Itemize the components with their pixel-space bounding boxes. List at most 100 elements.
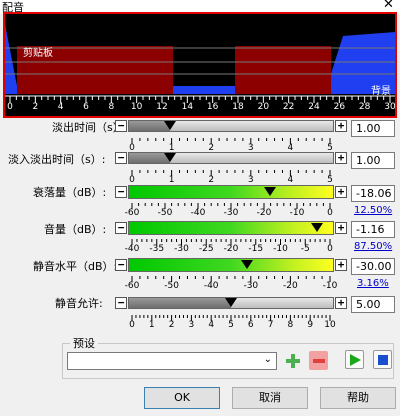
fade-out-scale: 012345	[128, 136, 334, 153]
volume-plus-button[interactable]: +	[335, 222, 347, 234]
scale-label: -10	[273, 244, 288, 254]
close-icon[interactable]: ✕	[383, 0, 394, 12]
silence-level-percent-link[interactable]: 3.16%	[357, 278, 389, 289]
scale-label: 6	[247, 320, 254, 330]
scale-label: -35	[149, 244, 165, 254]
add-preset-button[interactable]	[283, 351, 302, 370]
attenuation-label: 衰落量（dB）:	[33, 186, 107, 199]
scale-label: -10	[322, 281, 338, 291]
scale-label: -20	[283, 281, 298, 291]
silence-allow-minus-button[interactable]: −	[115, 297, 127, 309]
fade-in-out-value[interactable]: 1.00	[351, 152, 395, 169]
volume-scale: -40 -35 -30 -25 -20 -15 -10 -5 0	[125, 237, 334, 254]
silence-level-label: 静音水平（dB）:	[33, 260, 118, 273]
preset-dropdown[interactable]: ⌄	[67, 352, 277, 370]
scale-label: -15	[248, 244, 264, 254]
scale-label: -40	[190, 208, 206, 218]
fade-in-out-minus-button[interactable]: −	[115, 152, 127, 164]
attenuation-minus-button[interactable]: −	[115, 186, 127, 198]
scale-label: 1	[148, 320, 155, 330]
ruler-label: 18	[232, 102, 244, 112]
ruler-label: 14	[181, 102, 194, 112]
clip-block-2	[235, 46, 331, 94]
scale-label: -50	[157, 208, 173, 218]
scale-label: -60	[124, 208, 140, 218]
silence-allow-thumb[interactable]	[225, 298, 237, 307]
scale-label: -25	[198, 244, 214, 254]
scale-label: -20	[256, 208, 272, 218]
scale-label: 10	[324, 320, 336, 330]
silence-level-plus-button[interactable]: +	[335, 259, 347, 271]
scale-label: -30	[174, 244, 189, 254]
ruler-label: 30	[384, 102, 396, 112]
attenuation-value[interactable]: -18.06	[351, 185, 395, 202]
scale-label: -10	[289, 208, 305, 218]
silence-allow-plus-button[interactable]: +	[335, 297, 347, 309]
volume-percent-link[interactable]: 87.50%	[354, 241, 392, 252]
scale-label: 5	[228, 320, 234, 330]
fade-out-value[interactable]: 1.00	[351, 120, 395, 137]
attenuation-slider[interactable]	[128, 185, 334, 199]
help-button[interactable]: 帮助	[320, 387, 396, 409]
volume-value[interactable]: -1.16	[351, 221, 395, 238]
ruler-label: 0	[7, 102, 13, 112]
cancel-button[interactable]: 取消	[232, 387, 308, 409]
fade-out-slider[interactable]	[128, 120, 334, 132]
visualizer-graph	[5, 24, 395, 103]
fade-in-out-slider[interactable]	[128, 152, 334, 164]
silence-level-thumb[interactable]	[241, 260, 253, 269]
play-button[interactable]	[345, 350, 364, 369]
clipboard-label: 剪贴板	[23, 48, 53, 59]
scale-label: -50	[164, 281, 179, 291]
volume-thumb[interactable]	[311, 223, 323, 232]
scale-label: 0	[327, 244, 333, 254]
scale-label: -40	[124, 244, 140, 254]
scale-label: 4	[287, 175, 294, 185]
ruler-label: 16	[206, 102, 219, 112]
fade-in-out-label: 淡入淡出时间（s）:	[8, 153, 106, 166]
silence-level-slider[interactable]	[128, 258, 334, 272]
silence-allow-label: 静音允许:	[55, 297, 103, 310]
scale-ticks	[131, 170, 331, 176]
fade-in-out-thumb[interactable]	[164, 153, 176, 162]
remove-preset-button[interactable]	[309, 351, 328, 370]
ruler-label: 6	[83, 102, 89, 112]
fade-in-out-scale: 0 1 2 3 4 5	[128, 168, 334, 185]
stop-button[interactable]	[373, 350, 392, 369]
scale-label: 7	[267, 320, 274, 330]
dubbing-visualizer[interactable]: 剪贴板 背景 0 2 4 6 8 10 12 14 16 18 20 22 24 26 28 30	[3, 12, 397, 118]
scale-label: 2	[208, 175, 215, 185]
attenuation-percent-link[interactable]: 12.50%	[354, 205, 392, 216]
fade-in-out-plus-button[interactable]: +	[335, 152, 347, 164]
ok-button[interactable]: OK	[144, 387, 220, 409]
fade-out-minus-button[interactable]: −	[115, 120, 127, 132]
ruler-label: 20	[257, 102, 270, 112]
ruler-label: 2	[32, 102, 39, 112]
scale-label: 0	[129, 320, 135, 330]
silence-level-minus-button[interactable]: −	[115, 259, 127, 271]
silence-level-value[interactable]: -30.00	[351, 258, 395, 275]
ruler-label: 26	[333, 102, 346, 112]
scale-label: -30	[243, 281, 259, 291]
attenuation-plus-button[interactable]: +	[335, 186, 347, 198]
scale-label: 0	[327, 208, 333, 218]
scale-label: 0	[129, 175, 135, 185]
background-label: 背景	[371, 86, 391, 97]
silence-allow-value[interactable]: 5.00	[351, 296, 395, 313]
scale-label: 3	[247, 175, 254, 185]
scale-label: 2	[168, 320, 175, 330]
fade-out-thumb[interactable]	[164, 121, 176, 130]
silence-allow-scale: 0 1 2 3 4 5 6 7 8 9 10	[128, 313, 336, 330]
silence-allow-fill	[129, 298, 231, 308]
volume-minus-button[interactable]: −	[115, 222, 127, 234]
scale-label: 1	[168, 175, 175, 185]
volume-slider[interactable]	[128, 221, 334, 235]
scale-label: -30	[223, 208, 239, 218]
ruler-label: 28	[358, 102, 371, 112]
ruler-label: 12	[156, 102, 168, 112]
ruler-label: 24	[308, 102, 320, 112]
fade-out-plus-button[interactable]: +	[335, 120, 347, 132]
attenuation-thumb[interactable]	[264, 187, 276, 196]
silence-level-scale: -60 -50 -40 -30 -20 -10	[125, 274, 337, 291]
scale-label: 8	[287, 320, 294, 330]
